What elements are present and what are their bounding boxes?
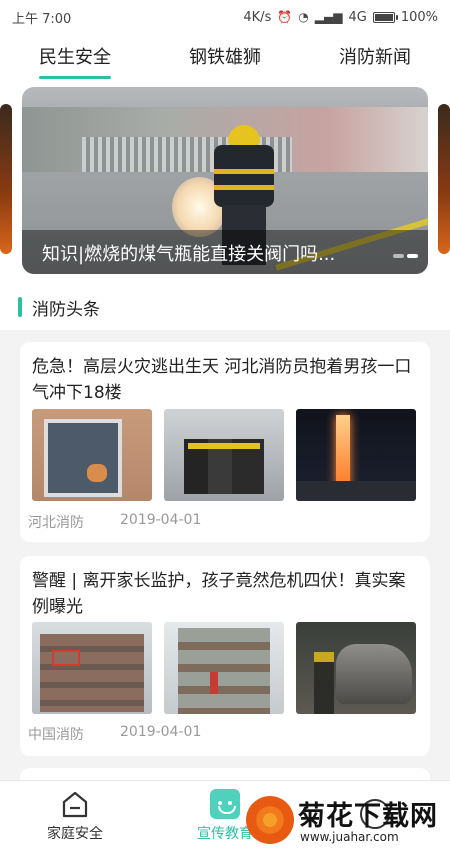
section-accent-bar bbox=[18, 297, 22, 317]
profile-icon bbox=[360, 798, 390, 829]
nav-publicity-education[interactable]: 宣传教育 bbox=[150, 781, 300, 850]
news-source: 河北消防 bbox=[28, 515, 84, 531]
banner-caption: 知识|燃烧的煤气瓶能直接关阀门吗... bbox=[42, 244, 336, 265]
news-source: 中国消防 bbox=[28, 727, 84, 743]
tab-steel-lions[interactable]: 钢铁雄狮 bbox=[189, 43, 261, 75]
banner-carousel: 知识|燃烧的煤气瓶能直接关阀门吗... bbox=[0, 84, 450, 284]
tab-minsheng-safety[interactable]: 民生安全 bbox=[39, 43, 111, 79]
banner-slide[interactable]: 知识|燃烧的煤气瓶能直接关阀门吗... bbox=[22, 87, 428, 274]
top-tabs: 民生安全 钢铁雄狮 消防新闻 bbox=[0, 34, 450, 84]
news-thumbnail bbox=[164, 409, 284, 501]
nav-label: 宣传教育 bbox=[197, 825, 253, 842]
status-time: 上午 7:00 bbox=[12, 11, 72, 27]
news-thumbnail bbox=[32, 622, 152, 714]
battery-level: 100% bbox=[400, 9, 438, 25]
battery-icon bbox=[372, 11, 398, 23]
education-icon bbox=[210, 788, 240, 819]
section-header: 消防头条 bbox=[0, 284, 450, 330]
bottom-navigation: 家庭安全 宣传教育 bbox=[0, 780, 450, 850]
network-type: 4G bbox=[348, 9, 367, 25]
news-thumbnail bbox=[296, 622, 416, 714]
news-thumbnail bbox=[296, 409, 416, 501]
news-date: 2019-04-01 bbox=[120, 724, 202, 740]
nav-home-safety[interactable]: 家庭安全 bbox=[0, 781, 150, 850]
wifi-icon: ◔ bbox=[298, 10, 309, 24]
nav-label: 家庭安全 bbox=[47, 825, 103, 842]
carousel-indicator bbox=[393, 254, 418, 258]
signal-icon: ▂▄▆ bbox=[314, 10, 343, 24]
prev-slide-peek[interactable] bbox=[0, 104, 12, 254]
news-card[interactable]: 危急！高层火灾逃出生天 河北消防员抱着男孩一口气冲下18楼 河北消防 2019-… bbox=[20, 342, 430, 542]
news-thumbnails bbox=[32, 409, 416, 501]
status-indicators: 4K/s ⏰ ◔ ▂▄▆ 4G 100% bbox=[243, 10, 438, 25]
tab-fire-news[interactable]: 消防新闻 bbox=[339, 43, 411, 75]
section-title: 消防头条 bbox=[32, 299, 100, 320]
next-slide-peek[interactable] bbox=[438, 104, 450, 254]
news-thumbnails bbox=[32, 622, 416, 714]
carousel-dot-active bbox=[407, 254, 418, 258]
news-thumbnail bbox=[32, 409, 152, 501]
news-thumbnail bbox=[164, 622, 284, 714]
news-meta: 中国消防 2019-04-01 bbox=[28, 724, 201, 744]
news-date: 2019-04-01 bbox=[120, 512, 202, 528]
home-icon bbox=[62, 791, 88, 817]
nav-profile[interactable] bbox=[300, 781, 450, 850]
network-speed: 4K/s bbox=[243, 9, 272, 25]
news-title: 危急！高层火灾逃出生天 河北消防员抱着男孩一口气冲下18楼 bbox=[32, 357, 412, 403]
carousel-dot bbox=[393, 254, 404, 258]
news-meta: 河北消防 2019-04-01 bbox=[28, 512, 201, 532]
news-card[interactable]: 警醒 | 离开家长监护，孩子竟然危机四伏！真实案例曝光 中国消防 2019-04… bbox=[20, 556, 430, 756]
news-title: 警醒 | 离开家长监护，孩子竟然危机四伏！真实案例曝光 bbox=[32, 571, 406, 617]
status-bar: 上午 7:00 4K/s ⏰ ◔ ▂▄▆ 4G 100% bbox=[0, 0, 450, 34]
alarm-icon: ⏰ bbox=[277, 10, 293, 24]
